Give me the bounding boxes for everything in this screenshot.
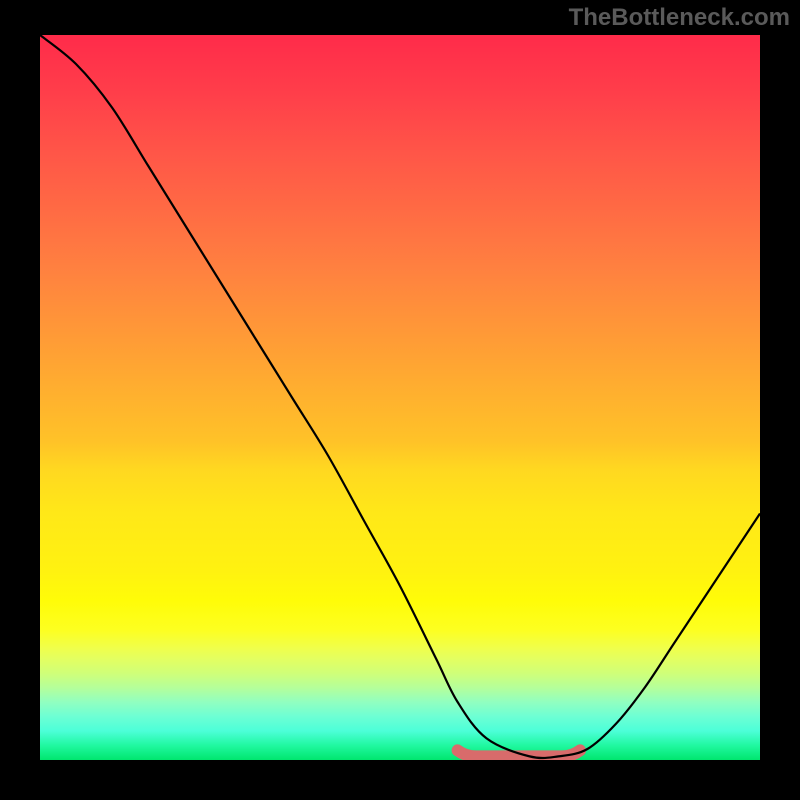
watermark-text: TheBottleneck.com	[569, 4, 790, 32]
chart-svg	[40, 35, 760, 760]
chart-plot-area	[40, 35, 760, 760]
bottleneck-curve	[40, 35, 760, 758]
